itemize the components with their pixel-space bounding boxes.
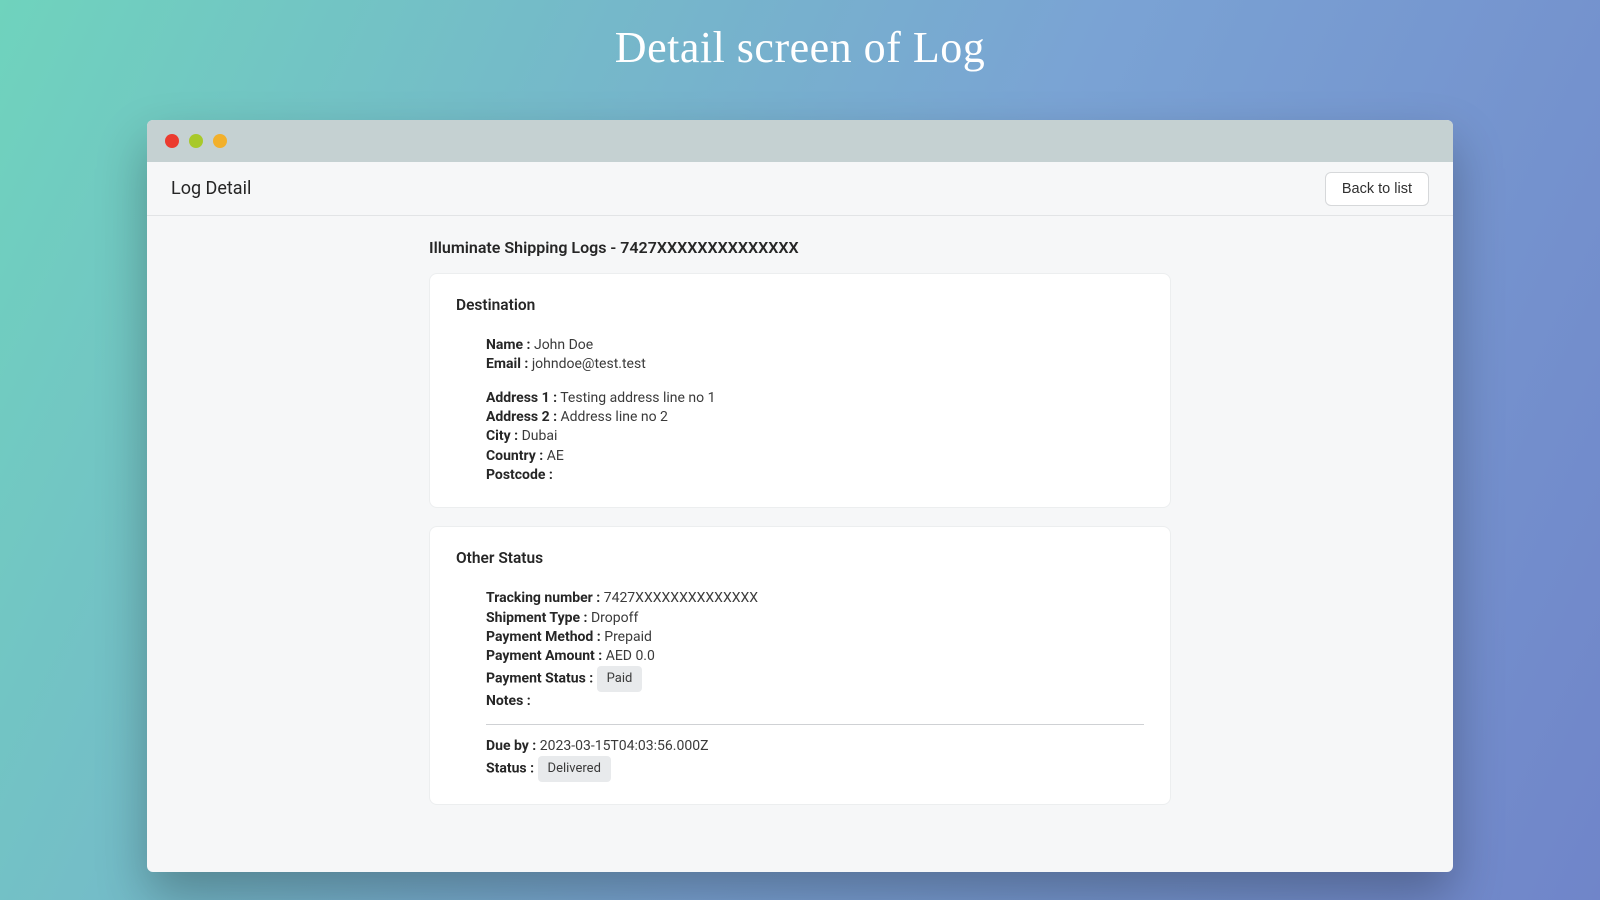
topbar: Log Detail Back to list: [147, 162, 1453, 216]
label-email: Email :: [486, 356, 528, 372]
label-postcode: Postcode :: [486, 467, 553, 483]
topbar-title: Log Detail: [171, 178, 251, 199]
label-name: Name :: [486, 337, 530, 353]
label-payment-method: Payment Method :: [486, 629, 601, 645]
destination-address-block: Address 1 : Testing address line no 1 Ad…: [456, 389, 1144, 486]
value-city: Dubai: [522, 428, 558, 444]
value-email: johndoe@test.test: [532, 356, 646, 372]
label-due-by: Due by :: [486, 738, 536, 754]
label-shipment-type: Shipment Type :: [486, 610, 587, 626]
content-area: Illuminate Shipping Logs - 7427XXXXXXXXX…: [147, 216, 1453, 853]
value-name: John Doe: [534, 337, 593, 353]
label-address1: Address 1 :: [486, 390, 557, 406]
value-address2: Address line no 2: [561, 409, 668, 425]
status-badge: Delivered: [538, 756, 611, 782]
destination-title: Destination: [456, 296, 1144, 314]
label-status: Status :: [486, 761, 534, 777]
page-title: Detail screen of Log: [0, 0, 1600, 73]
window-titlebar: [147, 120, 1453, 162]
app-window: Log Detail Back to list Illuminate Shipp…: [147, 120, 1453, 872]
value-shipment-type: Dropoff: [591, 610, 638, 626]
divider: [486, 724, 1144, 725]
label-tracking: Tracking number :: [486, 590, 600, 606]
label-payment-amount: Payment Amount :: [486, 648, 602, 664]
value-tracking: 7427XXXXXXXXXXXXXX: [604, 590, 758, 606]
label-address2: Address 2 :: [486, 409, 557, 425]
other-status-title: Other Status: [456, 549, 1144, 567]
back-to-list-button[interactable]: Back to list: [1325, 172, 1429, 206]
label-notes: Notes :: [486, 693, 531, 709]
destination-card: Destination Name : John Doe Email : john…: [429, 273, 1171, 508]
other-status-card: Other Status Tracking number : 7427XXXXX…: [429, 526, 1171, 805]
destination-contact-block: Name : John Doe Email : johndoe@test.tes…: [456, 336, 1144, 375]
close-icon[interactable]: [165, 134, 179, 148]
label-city: City :: [486, 428, 518, 444]
label-payment-status: Payment Status :: [486, 671, 593, 687]
log-heading: Illuminate Shipping Logs - 7427XXXXXXXXX…: [429, 238, 1171, 257]
maximize-icon[interactable]: [213, 134, 227, 148]
value-payment-method: Prepaid: [604, 629, 652, 645]
label-country: Country :: [486, 448, 543, 464]
other-status-block: Tracking number : 7427XXXXXXXXXXXXXX Shi…: [456, 589, 1144, 782]
value-due-by: 2023-03-15T04:03:56.000Z: [540, 738, 709, 754]
value-country: AE: [547, 448, 564, 464]
value-payment-amount: AED 0.0: [606, 648, 655, 664]
payment-status-badge: Paid: [597, 666, 643, 692]
minimize-icon[interactable]: [189, 134, 203, 148]
value-address1: Testing address line no 1: [560, 390, 715, 406]
